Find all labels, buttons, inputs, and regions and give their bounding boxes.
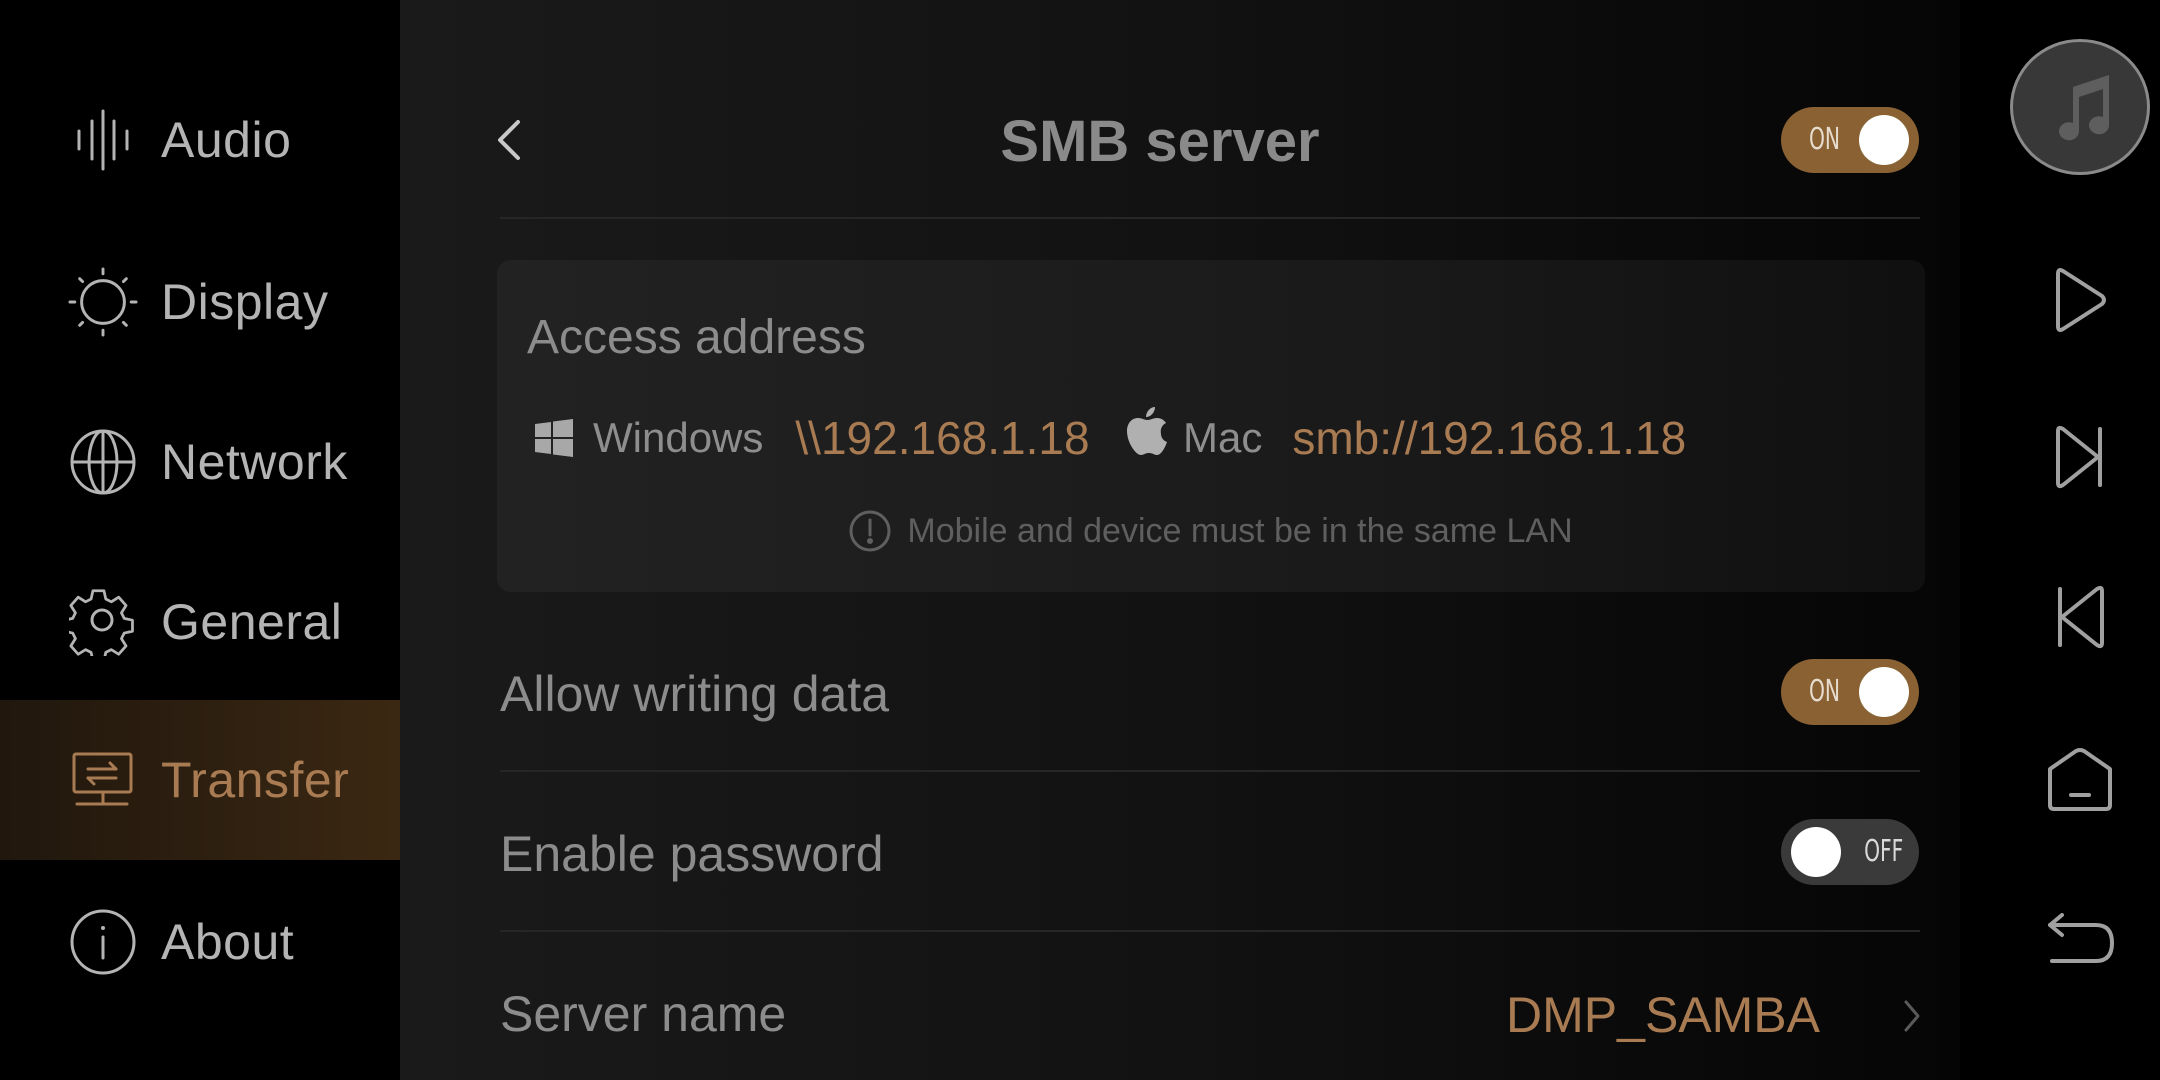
sidebar-item-transfer[interactable]: Transfer <box>0 700 400 860</box>
return-button[interactable] <box>2040 900 2120 980</box>
mac-address[interactable]: smb://192.168.1.18 <box>1292 411 1686 465</box>
home-icon <box>2046 747 2114 813</box>
toggle-state-label: ON <box>1809 122 1841 157</box>
sidebar-item-label: General <box>161 594 343 650</box>
setting-label: Server name <box>500 986 787 1042</box>
previous-track-button[interactable] <box>2040 578 2120 658</box>
info-icon <box>68 907 138 977</box>
home-button[interactable] <box>2040 740 2120 820</box>
sidebar-item-audio[interactable]: Audio <box>0 60 400 220</box>
sidebar-item-display[interactable]: Display <box>0 222 400 382</box>
sidebar: Audio Display Network General Transfer A… <box>0 0 400 1080</box>
return-icon <box>2044 913 2116 967</box>
gear-icon <box>68 587 138 657</box>
waveform-icon <box>68 105 138 175</box>
windows-logo-icon <box>535 419 573 457</box>
apple-logo-icon <box>1127 407 1167 455</box>
now-playing-button[interactable] <box>2010 39 2150 175</box>
sidebar-item-label: Display <box>161 274 329 330</box>
transfer-monitor-icon <box>68 745 138 815</box>
sidebar-item-network[interactable]: Network <box>0 382 400 542</box>
access-address-card: Access address Windows \\192.168.1.18 Ma… <box>497 260 1925 592</box>
chevron-right-icon <box>1900 996 1924 1036</box>
allow-writing-toggle[interactable]: ON <box>1781 659 1919 725</box>
divider <box>500 217 1920 219</box>
sidebar-item-label: Network <box>161 434 348 490</box>
play-icon <box>2052 266 2108 334</box>
mac-address-row: Mac smb://192.168.1.18 <box>1127 407 1686 468</box>
sidebar-item-label: Audio <box>161 112 292 168</box>
previous-track-icon <box>2052 585 2108 651</box>
next-track-button[interactable] <box>2040 418 2120 498</box>
toggle-state-label: OFF <box>1863 834 1903 869</box>
play-button[interactable] <box>2040 260 2120 340</box>
media-control-bar <box>1960 0 2160 1080</box>
setting-label: Allow writing data <box>500 666 890 722</box>
mac-label: Mac <box>1183 414 1263 461</box>
toggle-state-label: ON <box>1809 674 1841 709</box>
page-title-text: SMB server <box>1000 109 1320 174</box>
toggle-knob <box>1791 827 1841 877</box>
toggle-knob <box>1859 115 1909 165</box>
exclamation-circle-icon <box>849 510 891 552</box>
windows-address[interactable]: \\192.168.1.18 <box>795 411 1089 465</box>
next-track-icon <box>2052 425 2108 491</box>
enable-password-toggle[interactable]: OFF <box>1781 819 1919 885</box>
sidebar-item-label: Transfer <box>161 752 350 808</box>
smb-server-toggle[interactable]: ON <box>1781 107 1919 173</box>
windows-label: Windows <box>593 414 764 461</box>
sidebar-item-about[interactable]: About <box>0 862 400 1022</box>
sidebar-item-label: About <box>161 914 295 970</box>
setting-label: Enable password <box>500 826 884 882</box>
lan-note: Mobile and device must be in the same LA… <box>497 510 1925 552</box>
windows-address-row: Windows \\192.168.1.18 <box>535 408 1090 468</box>
server-name-value: DMP_SAMBA <box>1506 987 1820 1043</box>
music-icon <box>2047 73 2113 141</box>
globe-icon <box>68 427 138 497</box>
brightness-icon <box>68 267 138 337</box>
toggle-knob <box>1859 667 1909 717</box>
divider <box>500 770 1920 772</box>
note-text: Mobile and device must be in the same LA… <box>907 511 1573 550</box>
card-title: Access address <box>527 311 866 364</box>
divider <box>500 930 1920 932</box>
sidebar-item-general[interactable]: General <box>0 542 400 702</box>
main-panel: SMB server ON Access address Windows \\1… <box>400 0 1960 1080</box>
page-title: SMB server <box>400 108 1960 175</box>
